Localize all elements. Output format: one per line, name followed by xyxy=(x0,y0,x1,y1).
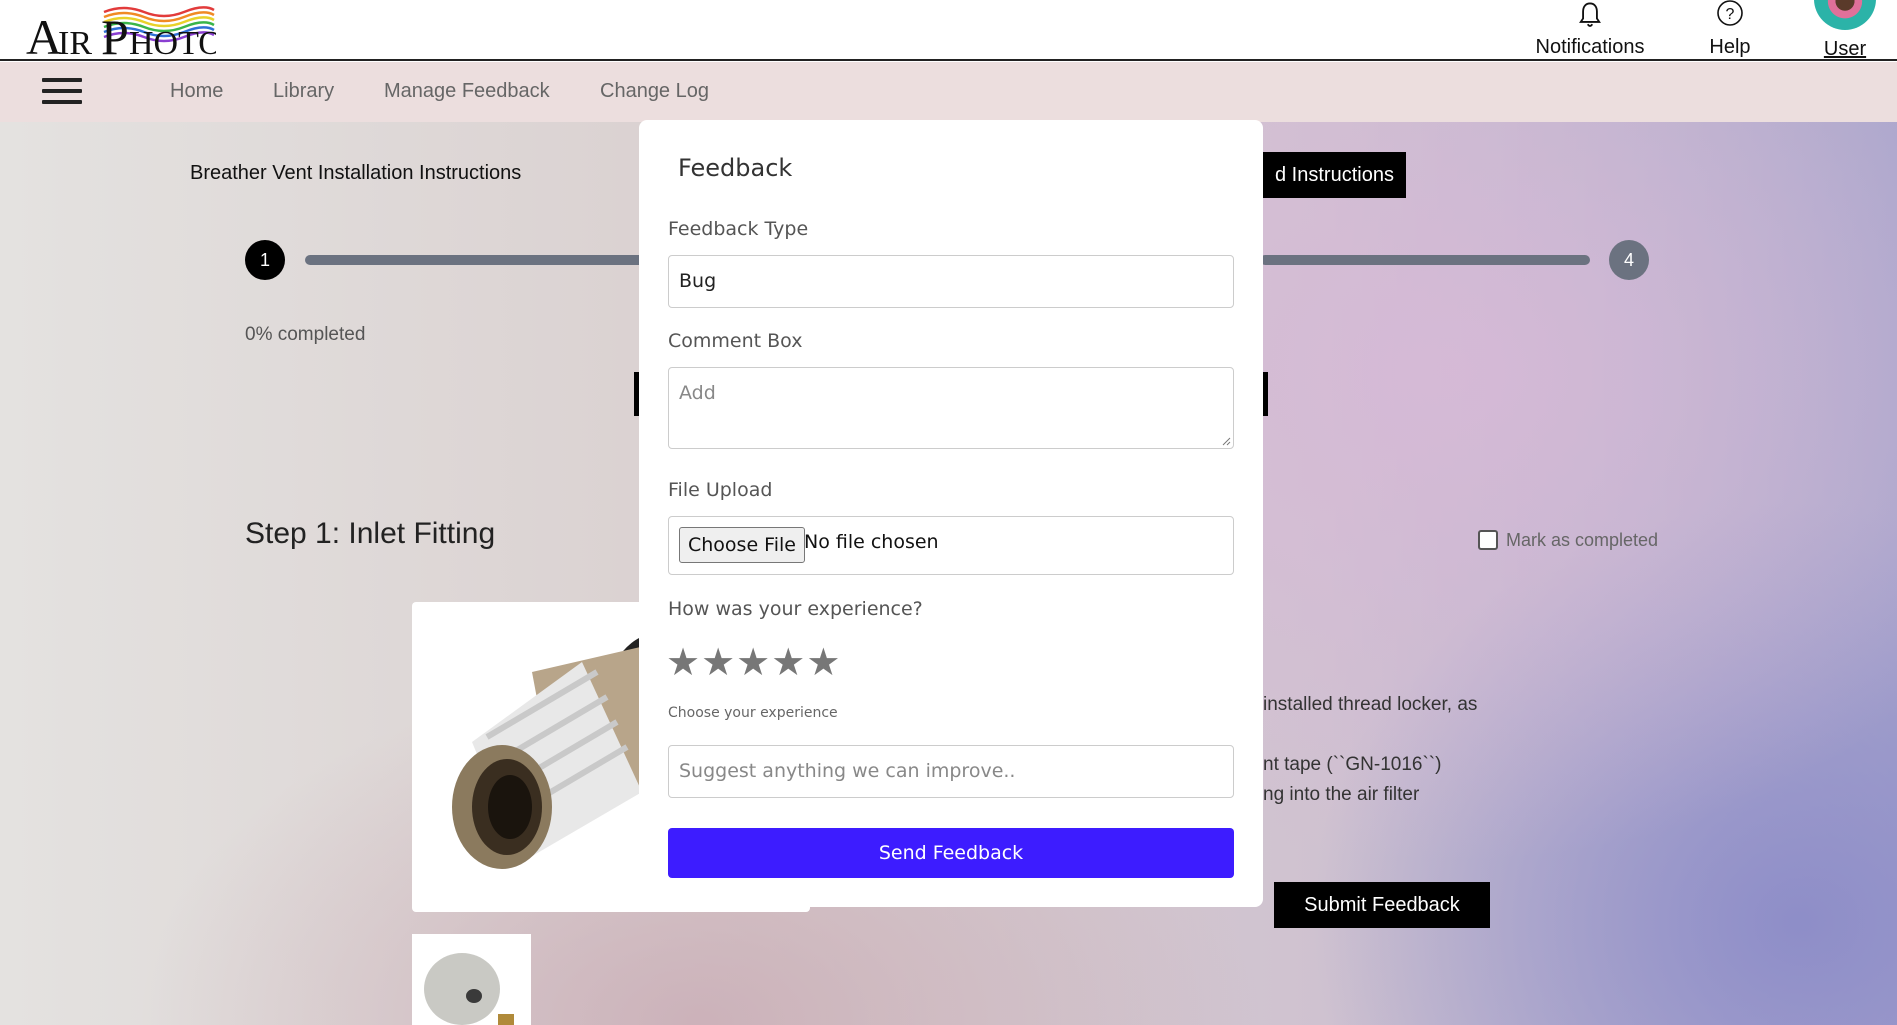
thumbnail-image[interactable] xyxy=(412,934,531,1025)
nav-change-log[interactable]: Change Log xyxy=(600,80,709,103)
feedback-type-value: Bug xyxy=(679,270,717,292)
modal-title: Feedback xyxy=(678,154,793,182)
feedback-type-select[interactable]: Bug xyxy=(668,255,1234,308)
step-body-line: ng into the air filter xyxy=(1263,784,1420,805)
nav-home[interactable]: Home xyxy=(170,80,223,103)
experience-label: How was your experience? xyxy=(668,598,923,620)
top-header: A IR P HOTON Notifications ? Help User xyxy=(0,0,1897,61)
feedback-modal: Feedback Feedback Type Bug Comment Box A… xyxy=(639,120,1263,907)
nav-manage-feedback[interactable]: Manage Feedback xyxy=(384,80,550,103)
airphoton-logo[interactable]: A IR P HOTON xyxy=(26,0,216,58)
star-icon[interactable]: ★ xyxy=(701,640,736,684)
file-upload-label: File Upload xyxy=(668,479,773,501)
step-title: Step 1: Inlet Fitting xyxy=(245,517,496,550)
user-menu[interactable]: User xyxy=(1800,0,1890,60)
mark-completed-checkbox[interactable]: Mark as completed xyxy=(1478,530,1658,551)
mark-completed-label: Mark as completed xyxy=(1506,530,1659,550)
suggestion-placeholder: Suggest anything we can improve.. xyxy=(679,760,1016,782)
bell-icon xyxy=(1579,2,1601,27)
star-icon[interactable]: ★ xyxy=(771,640,806,684)
send-feedback-button[interactable]: Send Feedback xyxy=(668,828,1234,878)
nav-bar: Home Library Manage Feedback Change Log xyxy=(0,62,1897,122)
avatar[interactable] xyxy=(1814,0,1876,30)
submit-feedback-button[interactable]: Submit Feedback xyxy=(1274,882,1490,928)
step-indicator-start[interactable]: 1 xyxy=(245,240,285,280)
comment-textarea[interactable]: Add xyxy=(668,367,1234,449)
feedback-type-label: Feedback Type xyxy=(668,218,809,240)
star-icon[interactable]: ★ xyxy=(806,640,841,684)
file-upload-input[interactable]: Choose File No file chosen xyxy=(668,516,1234,575)
star-icon[interactable]: ★ xyxy=(736,640,771,684)
suggestion-input[interactable]: Suggest anything we can improve.. xyxy=(668,745,1234,798)
user-label[interactable]: User xyxy=(1800,38,1890,61)
svg-text:?: ? xyxy=(1726,6,1735,23)
comment-placeholder: Add xyxy=(679,382,716,404)
resize-grip-icon[interactable] xyxy=(1221,436,1231,446)
step-body-line: installed thread locker, as xyxy=(1263,694,1478,715)
nav-library[interactable]: Library xyxy=(273,80,334,103)
help-label: Help xyxy=(1709,36,1751,58)
experience-hint: Choose your experience xyxy=(668,705,838,721)
notifications-button[interactable]: Notifications xyxy=(1530,0,1650,60)
checkbox[interactable] xyxy=(1478,530,1498,550)
star-rating[interactable]: ★★★★★ xyxy=(666,642,841,682)
svg-text:IR: IR xyxy=(58,25,92,58)
file-status: No file chosen xyxy=(804,531,939,553)
help-button[interactable]: ? Help xyxy=(1690,0,1770,60)
step-body-line: nt tape (``GN-1016``) xyxy=(1263,754,1442,775)
step-indicator-end[interactable]: 4 xyxy=(1609,240,1649,280)
notifications-label: Notifications xyxy=(1535,36,1645,58)
svg-text:HOTON: HOTON xyxy=(129,25,216,58)
step-progress-track xyxy=(1260,255,1590,265)
document-title: Breather Vent Installation Instructions xyxy=(190,162,522,184)
step-progress-track xyxy=(305,255,645,265)
choose-file-button[interactable]: Choose File xyxy=(679,527,805,563)
hamburger-menu-icon[interactable] xyxy=(42,78,82,106)
comment-box-label: Comment Box xyxy=(668,330,803,352)
progress-text: 0% completed xyxy=(245,324,366,345)
svg-text:P: P xyxy=(101,9,129,58)
star-icon[interactable]: ★ xyxy=(666,640,701,684)
svg-text:A: A xyxy=(26,9,62,58)
help-icon: ? xyxy=(1717,0,1743,26)
